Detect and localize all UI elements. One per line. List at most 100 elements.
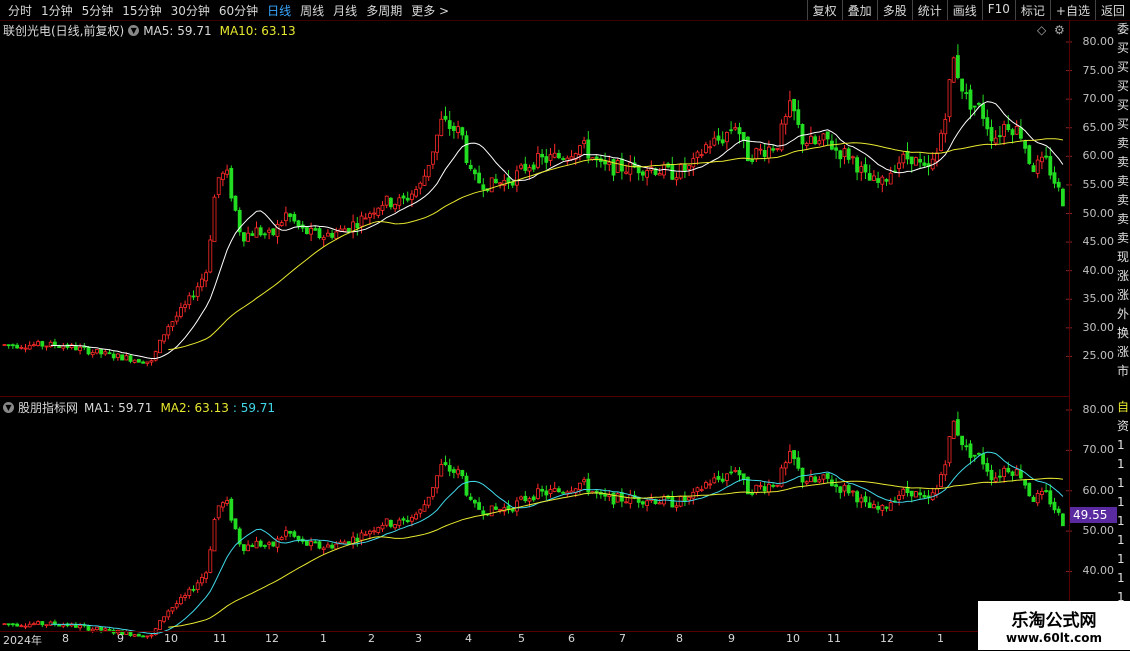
candle-body (720, 478, 725, 482)
candle-body (464, 475, 469, 496)
candle-body (267, 542, 272, 545)
candle-body (834, 147, 838, 151)
candle-body (19, 346, 24, 349)
candle-body (867, 502, 872, 509)
candle-body (10, 344, 15, 347)
candle-body (775, 484, 780, 487)
candle-body (208, 549, 213, 573)
candle-body (367, 530, 372, 535)
date-tick-label: 9 (117, 632, 124, 645)
candle-body (998, 475, 1002, 478)
candle-body (468, 164, 473, 170)
ma5-line (50, 101, 1064, 359)
candle-body (536, 488, 540, 499)
candle-body (208, 239, 213, 273)
y-tick-label: 70.00 (1082, 92, 1115, 106)
candle-body (1019, 127, 1023, 139)
y-tick-label: 40.00 (1082, 263, 1115, 277)
candle-body (367, 213, 372, 218)
candle-body (380, 524, 385, 530)
chevron-down-icon[interactable]: ▼ (128, 25, 140, 36)
chevron-down-icon[interactable]: ▼ (3, 402, 14, 413)
candle-body (733, 470, 738, 472)
candle-body (783, 116, 788, 125)
candle-body (443, 462, 448, 465)
candle-body (36, 621, 40, 625)
candle-body (792, 99, 796, 112)
candle-body (477, 502, 482, 510)
candle-body (872, 175, 876, 181)
candle-body (1044, 490, 1048, 492)
candle-body (330, 232, 335, 238)
candle-body (674, 177, 679, 181)
candle-body (435, 134, 440, 153)
candle-body (981, 453, 985, 465)
indicator-label: 1 (1117, 533, 1125, 547)
candle-body (821, 474, 826, 480)
candle-body (15, 623, 20, 627)
candle-body (855, 491, 859, 503)
candle-body (57, 346, 61, 349)
diamond-icon[interactable]: ◇ (1037, 23, 1046, 37)
candle-body (863, 496, 868, 503)
quote-panel-edge: 委买买买买买卖卖卖卖卖卖现涨涨外换涨市 (1117, 20, 1130, 400)
indicator-label: 1 (1117, 514, 1125, 528)
candle-body (393, 524, 398, 529)
candle-body (825, 473, 830, 479)
candle-body (695, 151, 700, 158)
candle-body (943, 464, 948, 476)
candle-body (939, 474, 943, 488)
candle-body (418, 509, 423, 514)
candle-body (493, 178, 498, 184)
candle-body (1023, 479, 1027, 486)
candle-body (939, 132, 943, 152)
kline-chart[interactable] (0, 0, 1130, 650)
date-tick-label: 2 (368, 632, 375, 645)
candle-body (321, 237, 326, 241)
candle-body (998, 135, 1002, 138)
candle-body (1061, 188, 1065, 207)
candle-body (1052, 501, 1057, 511)
candle-body (372, 530, 377, 533)
candle-body (687, 165, 691, 170)
candle-body (212, 196, 217, 242)
candle-body (876, 506, 880, 510)
candle-body (762, 150, 767, 157)
candle-body (956, 55, 960, 78)
candle-body (935, 152, 939, 162)
candle-body (729, 471, 733, 474)
candle-body (1048, 156, 1053, 176)
candle-body (817, 140, 822, 145)
gear-icon[interactable]: ⚙ (1054, 23, 1065, 37)
candle-body (615, 493, 620, 503)
candle-body (380, 204, 385, 211)
candle-body (48, 341, 53, 348)
candle-body (972, 454, 977, 457)
candle-body (1061, 513, 1065, 527)
quote-label: 卖 (1117, 231, 1130, 245)
candle-body (603, 160, 607, 165)
candle-body (725, 132, 729, 143)
candle-body (1031, 165, 1036, 173)
candle-body (23, 347, 28, 350)
candle-body (918, 492, 922, 496)
candle-body (1014, 125, 1019, 135)
candle-body (972, 105, 977, 108)
candle-body (922, 495, 927, 498)
candle-body (439, 464, 444, 477)
date-tick-label: 11 (827, 632, 841, 645)
candle-body (872, 504, 876, 509)
indicator-label: 1 (1117, 476, 1125, 490)
candle-body (334, 231, 339, 239)
candle-body (199, 577, 204, 584)
current-price-tag: 49.55 (1070, 507, 1117, 523)
candle-body (888, 502, 893, 511)
indicator-label: 1 (1117, 438, 1125, 452)
candle-body (246, 232, 251, 242)
candle-body (624, 171, 628, 174)
candle-body (670, 164, 675, 180)
candle-body (540, 488, 544, 492)
candle-body (767, 146, 771, 159)
candle-body (813, 476, 817, 483)
y-tick-label: 60.00 (1082, 483, 1115, 497)
